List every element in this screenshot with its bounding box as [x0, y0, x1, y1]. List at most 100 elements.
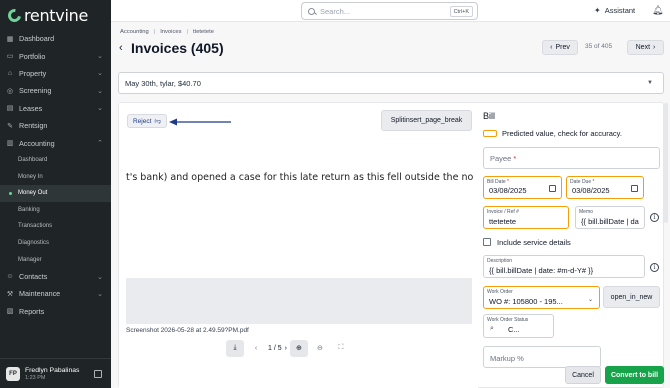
date-due-field[interactable]: Date Due * 03/08/2025 — [566, 176, 644, 199]
user-profile[interactable]: FP Fredlyn Pabalinas 1:23 PM — [0, 358, 111, 388]
search-icon: ⌕ — [490, 325, 494, 332]
sidebar-subitem-diagnostics[interactable]: Diagnostics — [0, 235, 111, 252]
markup-placeholder: Markup % — [490, 354, 524, 363]
zoom-out-icon[interactable]: ⊖ — [311, 340, 329, 357]
invoice-select[interactable]: May 30th, tylar, $40.70 ▼ — [118, 72, 664, 94]
sidebar-item-label: Accounting — [19, 138, 55, 148]
description-field[interactable]: Description {{ bill.billDate | date: #m-… — [483, 255, 645, 278]
include-services-checkbox[interactable] — [483, 238, 491, 246]
form-scrollbar[interactable] — [664, 103, 668, 223]
sidebar-subitem-transactions[interactable]: Transactions — [0, 218, 111, 235]
breadcrumb-item[interactable]: Accounting — [120, 29, 149, 35]
prev-button[interactable]: ‹ Prev — [542, 40, 578, 55]
chevron-down-icon: ⌄ — [587, 297, 593, 303]
sidebar-item-dashboard[interactable]: ▦ Dashboard — [0, 30, 111, 47]
breadcrumb-item: ttetetete — [192, 29, 214, 35]
back-arrow-icon[interactable]: ‹ — [119, 42, 123, 54]
sidebar-item-maintenance[interactable]: ⚒ Maintenance ⌄ — [0, 285, 111, 302]
assistant-button[interactable]: ✦ Assistant — [594, 6, 635, 15]
sidebar: rentvine ▦ Dashboard ▭ Portfolio ⌄ ⌂ Pro… — [0, 0, 111, 388]
dashboard-icon: ▦ — [6, 35, 14, 43]
cancel-button[interactable]: Cancel — [565, 366, 601, 384]
required-marker: * — [513, 154, 517, 163]
work-order-field[interactable]: Work Order WO #: 105800 - 195... ⌄ — [483, 286, 600, 309]
breadcrumb-item[interactable]: Invoices — [160, 29, 181, 35]
thumbs-down-icon: 👎︎ — [154, 118, 162, 125]
search-shortcut: Ctrl+K — [449, 6, 473, 17]
bell-icon[interactable]: 🔔︎ — [652, 5, 663, 16]
sidebar-subitem-label: Transactions — [18, 223, 53, 230]
bill-date-label-text: Bill Date — [487, 179, 506, 185]
sidebar-item-leases[interactable]: ▤ Leases ⌄ — [0, 100, 111, 117]
sidebar-subitem-money-out[interactable]: Money Out — [0, 184, 111, 202]
sidebar-subitem-money-in[interactable]: Money In — [0, 168, 111, 185]
logo-text: rentvine — [24, 6, 88, 25]
chevron-down-icon: ▼ — [647, 80, 653, 86]
chevron-down-icon: ⌄ — [97, 53, 103, 61]
sidebar-item-contacts[interactable]: ☺ Contacts ⌄ — [0, 268, 111, 285]
search-icon — [308, 7, 315, 15]
sidebar-subitem-manager[interactable]: Manager — [0, 251, 111, 268]
sidebar-item-portfolio[interactable]: ▭ Portfolio ⌄ — [0, 47, 111, 64]
topbar: Search... Ctrl+K ✦ Assistant 🔔︎ — [111, 0, 670, 22]
sidebar-item-label: Maintenance — [19, 289, 61, 299]
open-in-new-button[interactable]: open_in_new — [603, 286, 660, 308]
sidebar-item-accounting[interactable]: ▥ Accounting ⌃ — [0, 134, 111, 151]
sidebar-subitem-label: Money Out — [18, 190, 48, 197]
document-page-area — [126, 278, 472, 324]
sparkle-icon: ✦ — [594, 6, 601, 15]
memo-field[interactable]: Memo {{ bill.billDate | da — [575, 206, 645, 229]
calendar-icon[interactable] — [631, 185, 638, 192]
building-icon: ⌂ — [7, 69, 13, 77]
rentvine-logo[interactable]: rentvine — [5, 6, 88, 25]
sidebar-item-property[interactable]: ⌂ Property ⌄ — [0, 65, 111, 82]
next-button[interactable]: Next › — [627, 40, 664, 55]
sidebar-subitem-dashboard[interactable]: Dashboard — [0, 152, 111, 169]
chevron-left-icon[interactable]: ‹ — [247, 340, 265, 357]
sidebar-item-rentsign[interactable]: ✎ Rentsign — [0, 117, 111, 134]
chevron-right-icon[interactable]: › — [285, 345, 287, 352]
sidebar-subitem-label: Money In — [18, 173, 43, 180]
chevron-down-icon: ⌄ — [97, 273, 103, 281]
breadcrumb: Accounting | Invoices | ttetetete — [120, 29, 214, 35]
info-icon[interactable]: i — [650, 213, 659, 222]
memo-label: Memo — [579, 209, 593, 215]
description-value: {{ bill.billDate | date: #m-d-Y# }} — [489, 266, 594, 275]
invoice-ref-value: ttetetete — [489, 217, 517, 226]
accounting-icon: ▥ — [6, 140, 14, 148]
zoom-in-icon[interactable]: ⊕ — [289, 339, 308, 357]
invoice-ref-field[interactable]: Invoice / Ref # ttetetete — [483, 206, 569, 229]
required-marker: * — [592, 179, 595, 185]
folder-icon: ▭ — [6, 53, 14, 61]
sidebar-item-reports[interactable]: ▧ Reports — [0, 303, 111, 320]
contacts-icon: ☺ — [6, 273, 14, 281]
logo-mark-icon — [5, 6, 24, 25]
breadcrumb-separator: | — [186, 29, 188, 35]
search-input[interactable]: Search... Ctrl+K — [301, 2, 478, 20]
bill-date-field[interactable]: Bill Date * 03/08/2025 — [483, 176, 562, 199]
info-icon[interactable]: i — [650, 263, 659, 272]
reject-button[interactable]: Reject 👎︎ — [127, 114, 167, 128]
search-placeholder: Search... — [320, 6, 351, 16]
fullscreen-icon[interactable]: ⛶ — [332, 340, 350, 357]
sidebar-item-screening[interactable]: ◎ Screening ⌄ — [0, 82, 111, 99]
work-order-status-value: C... — [508, 325, 520, 334]
breadcrumb-separator: | — [153, 29, 156, 35]
convert-to-bill-button[interactable]: Convert to bill — [605, 366, 664, 384]
work-order-status-label: Work Order Status — [487, 317, 529, 323]
calendar-icon[interactable] — [549, 185, 556, 192]
chevron-left-icon: ‹ — [550, 44, 553, 51]
sign-icon: ✎ — [7, 122, 13, 130]
markup-field[interactable]: Markup % — [483, 346, 601, 368]
download-icon[interactable]: ⤓ — [226, 339, 244, 357]
sidebar-item-label: Contacts — [19, 272, 48, 282]
invoice-select-value: May 30th, tylar, $40.70 — [125, 78, 201, 88]
sidebar-subitem-banking[interactable]: Banking — [0, 202, 111, 219]
document-toolbar: ⤓ ‹ 1 / 5 › ⊕ ⊖ ⛶ — [226, 339, 353, 357]
payee-field[interactable]: Payee * — [483, 147, 660, 169]
payee-placeholder-text: Payee — [490, 154, 512, 163]
logout-icon[interactable] — [94, 370, 102, 378]
page-title: Invoices (405) — [131, 40, 224, 56]
split-button[interactable]: Splitinsert_page_break — [381, 110, 472, 131]
work-order-status-field[interactable]: Work Order Status ⌕ C... — [483, 314, 554, 338]
